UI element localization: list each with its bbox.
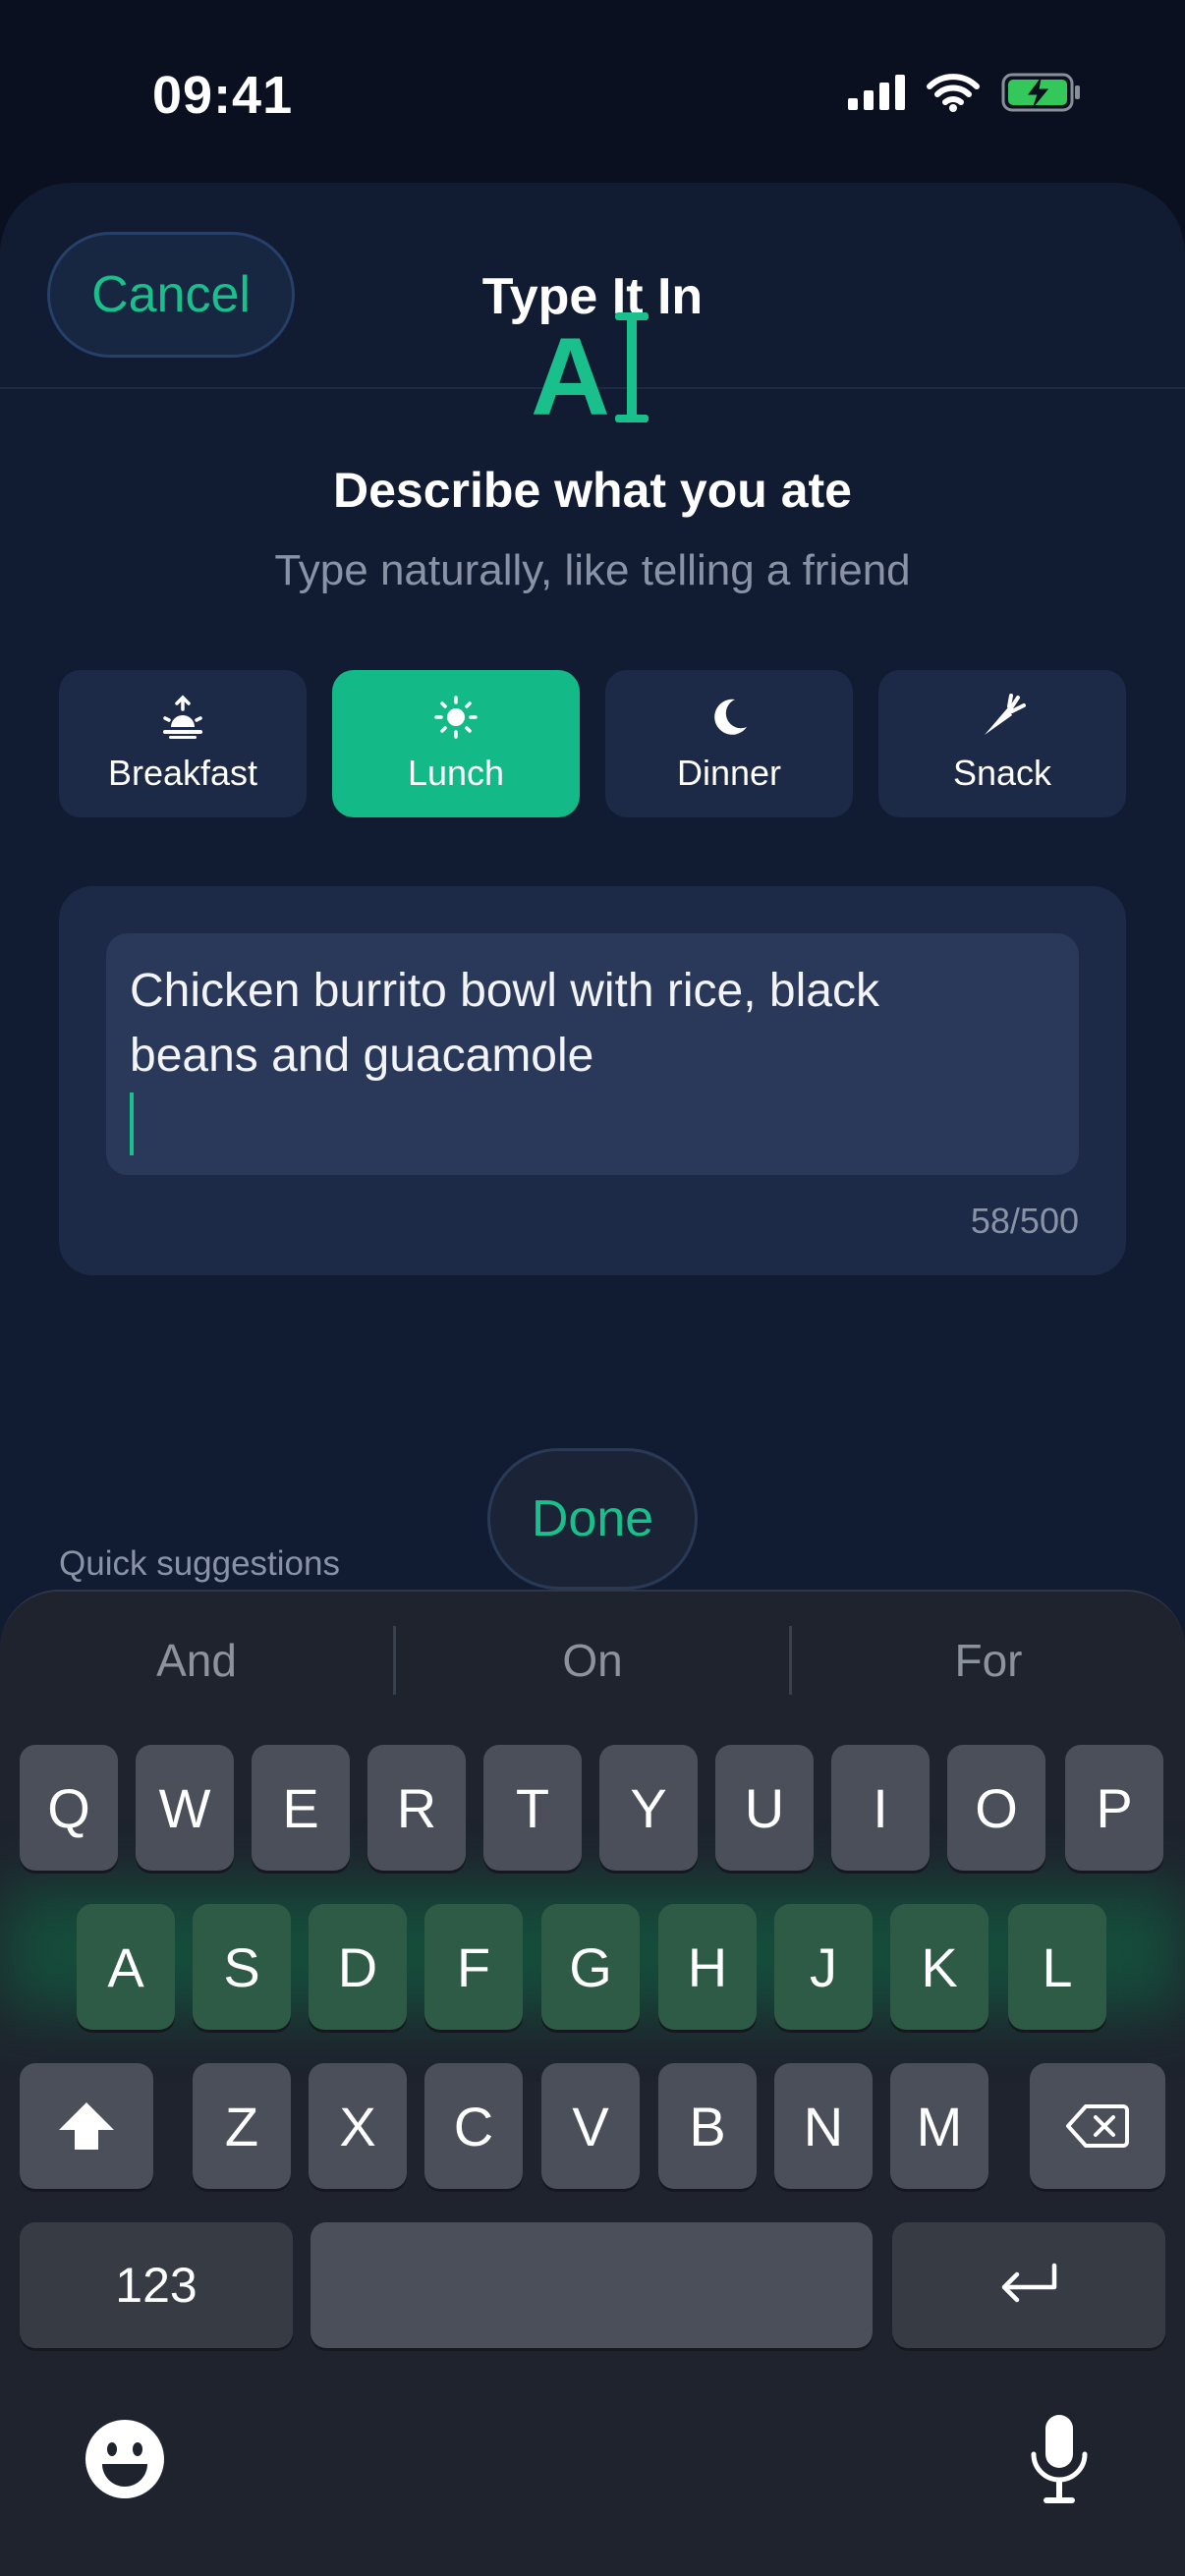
meal-type-selector: Breakfast Lunch Dinner Snack (59, 670, 1126, 817)
meal-option-label: Lunch (407, 753, 505, 793)
food-description-card: Chicken burrito bowl with rice, black be… (59, 886, 1126, 1275)
character-count: 58/500 (970, 1201, 1079, 1241)
key-v[interactable]: V (541, 2063, 640, 2189)
predictive-suggestions: And On For (0, 1621, 1185, 1700)
status-icons (848, 73, 1082, 112)
meal-option-label: Breakfast (107, 753, 258, 793)
quick-suggestions-label: Quick suggestions (59, 1544, 340, 1583)
meal-option-dinner[interactable]: Dinner (605, 670, 853, 817)
key-r[interactable]: R (367, 1745, 466, 1871)
key-q[interactable]: Q (20, 1745, 118, 1871)
sun-icon (434, 696, 478, 739)
text-cursor-icon: A (531, 312, 649, 432)
return-arrow-icon (1001, 2263, 1057, 2303)
key-s[interactable]: S (193, 1904, 291, 2030)
input-text-line: beans and guacamole (130, 1030, 594, 1082)
shift-arrow-icon (59, 2102, 114, 2150)
suggestion-item[interactable]: On (396, 1621, 789, 1700)
key-t[interactable]: T (483, 1745, 582, 1871)
shift-key[interactable] (20, 2063, 153, 2189)
svg-text:A: A (531, 315, 610, 432)
keyboard: And On For Q W E R T Y U I O P A S D F G… (0, 1590, 1185, 2576)
text-caret (130, 1092, 134, 1155)
key-a[interactable]: A (77, 1904, 175, 2030)
key-w[interactable]: W (136, 1745, 234, 1871)
key-o[interactable]: O (947, 1745, 1045, 1871)
key-i[interactable]: I (831, 1745, 930, 1871)
key-d[interactable]: D (309, 1904, 407, 2030)
key-x[interactable]: X (309, 2063, 407, 2189)
delete-key[interactable] (1030, 2063, 1165, 2189)
suggestion-item[interactable]: And (0, 1621, 393, 1700)
hero-subtitle: Type naturally, like telling a friend (274, 546, 911, 594)
meal-option-breakfast[interactable]: Breakfast (59, 670, 307, 817)
meal-option-lunch[interactable]: Lunch (332, 670, 580, 817)
battery-charging-icon (1001, 73, 1080, 112)
meal-option-snack[interactable]: Snack (878, 670, 1126, 817)
status-bar: 09:41 (0, 0, 1185, 187)
done-button[interactable]: Done (487, 1448, 698, 1590)
wifi-icon (927, 74, 980, 112)
cellular-signal-icon (848, 75, 905, 110)
sunrise-icon (163, 695, 202, 739)
meal-option-label: Snack (952, 753, 1052, 793)
backspace-icon (1066, 2104, 1129, 2148)
numbers-key[interactable]: 123 (20, 2222, 293, 2348)
hero-title: Describe what you ate (333, 463, 852, 518)
key-z[interactable]: Z (193, 2063, 291, 2189)
moon-icon (714, 699, 747, 735)
food-description-input[interactable]: Chicken burrito bowl with rice, black be… (106, 933, 1079, 1175)
key-b[interactable]: B (658, 2063, 757, 2189)
space-key[interactable] (310, 2222, 873, 2348)
key-u[interactable]: U (715, 1745, 814, 1871)
key-h[interactable]: H (658, 1904, 757, 2030)
microphone-icon[interactable] (1028, 2413, 1091, 2505)
key-k[interactable]: K (890, 1904, 988, 2030)
key-p[interactable]: P (1065, 1745, 1163, 1871)
key-n[interactable]: N (774, 2063, 873, 2189)
key-j[interactable]: J (774, 1904, 873, 2030)
key-f[interactable]: F (424, 1904, 523, 2030)
status-time: 09:41 (152, 66, 294, 125)
return-key[interactable] (892, 2222, 1165, 2348)
emoji-icon[interactable] (85, 2419, 165, 2499)
key-c[interactable]: C (424, 2063, 523, 2189)
key-g[interactable]: G (541, 1904, 640, 2030)
key-e[interactable]: E (252, 1745, 350, 1871)
meal-option-label: Dinner (676, 753, 782, 793)
suggestion-item[interactable]: For (792, 1621, 1185, 1700)
carrot-icon (985, 694, 1026, 735)
key-y[interactable]: Y (599, 1745, 698, 1871)
key-l[interactable]: L (1008, 1904, 1106, 2030)
input-text-line: Chicken burrito bowl with rice, black (130, 965, 879, 1017)
key-m[interactable]: M (890, 2063, 988, 2189)
